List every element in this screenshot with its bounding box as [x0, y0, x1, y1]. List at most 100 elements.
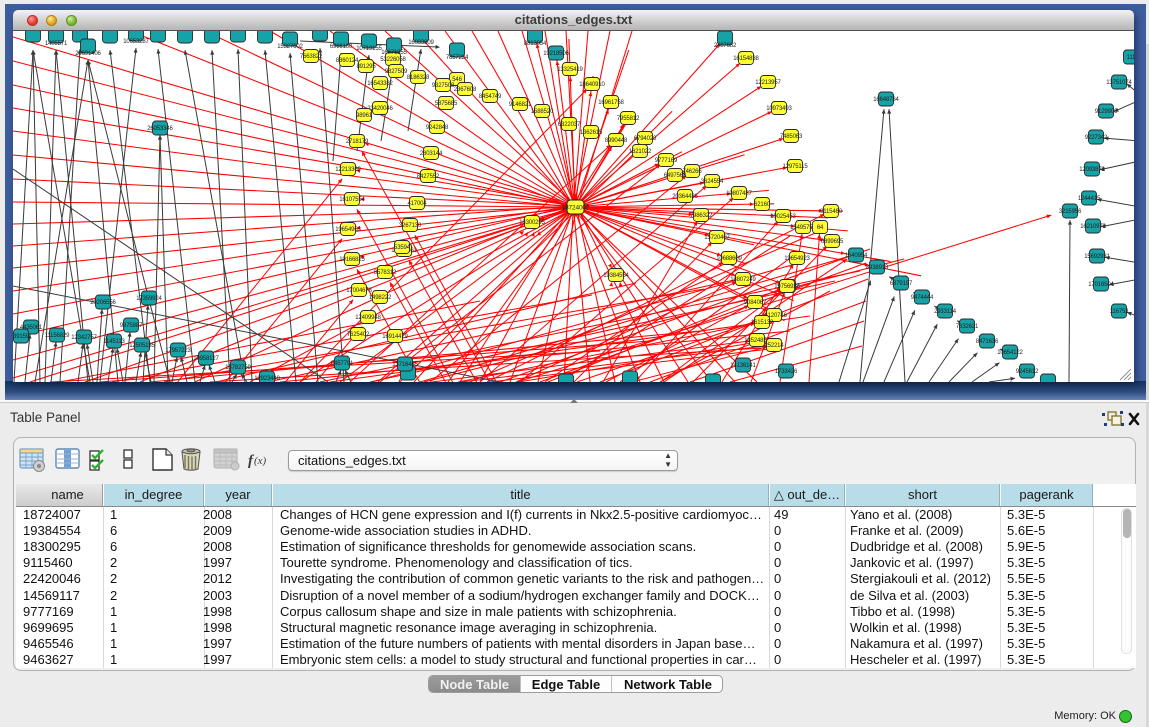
- svg-text:26053346: 26053346: [147, 126, 173, 132]
- svg-text:20206556: 20206556: [90, 300, 116, 306]
- svg-text:16033809: 16033809: [408, 40, 434, 46]
- svg-text:16107554: 16107554: [339, 197, 365, 203]
- svg-text:9245612: 9245612: [1016, 369, 1039, 375]
- svg-text:17359924: 17359924: [136, 296, 162, 302]
- svg-text:8471636: 8471636: [976, 339, 999, 345]
- svg-text:9327508: 9327508: [432, 83, 455, 89]
- svg-text:12923448: 12923448: [254, 376, 280, 382]
- svg-text:252214: 252214: [764, 343, 784, 349]
- svg-text:10807487: 10807487: [726, 191, 752, 197]
- svg-text:3267130: 3267130: [399, 223, 422, 229]
- svg-text:9227342: 9227342: [1085, 135, 1108, 141]
- svg-text:9777169: 9777169: [655, 158, 678, 164]
- svg-text:9084067: 9084067: [744, 300, 767, 306]
- svg-text:12213369: 12213369: [335, 167, 361, 173]
- svg-text:16782759: 16782759: [225, 365, 251, 371]
- svg-text:10653287: 10653287: [123, 39, 149, 45]
- svg-text:1733426: 1733426: [775, 369, 798, 375]
- svg-text:12505135: 12505135: [129, 343, 155, 349]
- svg-text:16648784: 16648784: [873, 97, 899, 103]
- svg-text:2718179: 2718179: [346, 139, 369, 145]
- svg-text:116753: 116753: [1110, 309, 1129, 315]
- svg-text:18724007: 18724007: [562, 205, 590, 212]
- svg-text:3624554: 3624554: [701, 179, 724, 185]
- svg-text:8578312: 8578312: [374, 270, 397, 276]
- svg-text:(x): (x): [254, 455, 267, 467]
- svg-text:62160: 62160: [754, 202, 771, 208]
- svg-text:15692931: 15692931: [1084, 254, 1110, 260]
- svg-text:13716485: 13716485: [392, 362, 418, 368]
- svg-text:9115460: 9115460: [820, 209, 843, 215]
- svg-text:1244415: 1244415: [1078, 196, 1101, 202]
- svg-text:10688609: 10688609: [716, 256, 742, 262]
- svg-text:12093872: 12093872: [1079, 167, 1105, 173]
- svg-text:8938913: 8938913: [866, 265, 889, 271]
- svg-text:10973493: 10973493: [766, 106, 792, 112]
- svg-text:12342757: 12342757: [71, 335, 97, 341]
- svg-text:53226058: 53226058: [380, 57, 406, 63]
- svg-text:111: 111: [1127, 55, 1134, 61]
- svg-text:12975115: 12975115: [782, 164, 808, 170]
- svg-text:9242848: 9242848: [426, 125, 449, 131]
- svg-text:1588520: 1588520: [531, 109, 554, 115]
- svg-text:10719155: 10719155: [356, 46, 382, 52]
- svg-text:39159: 39159: [13, 334, 30, 340]
- svg-text:17004678: 17004678: [346, 288, 372, 294]
- svg-text:17016504: 17016504: [1088, 282, 1114, 288]
- svg-text:8427552: 8427552: [417, 174, 440, 180]
- svg-text:16671355: 16671355: [381, 50, 407, 56]
- svg-text:17957223: 17957223: [165, 348, 191, 354]
- svg-text:7632621: 7632621: [956, 324, 979, 330]
- svg-text:13325419: 13325419: [557, 67, 583, 73]
- svg-text:18300295: 18300295: [519, 220, 545, 226]
- svg-text:7955812: 7955812: [617, 116, 640, 122]
- svg-text:7986322: 7986322: [690, 213, 713, 219]
- svg-text:2487682: 2487682: [714, 43, 737, 49]
- svg-text:9474444: 9474444: [911, 295, 934, 301]
- svg-text:9129906: 9129906: [1095, 109, 1118, 115]
- svg-text:9827509: 9827509: [385, 69, 408, 75]
- svg-text:11156829: 11156829: [45, 333, 70, 339]
- svg-text:6966160: 6966160: [330, 44, 353, 50]
- svg-text:1145113: 1145113: [103, 339, 125, 345]
- svg-text:8990448: 8990448: [605, 138, 628, 144]
- svg-text:15720407: 15720407: [704, 235, 730, 241]
- svg-text:20691406: 20691406: [75, 51, 101, 57]
- svg-text:1498222: 1498222: [369, 295, 392, 301]
- svg-text:7625402: 7625402: [347, 332, 370, 338]
- svg-text:9975887: 9975887: [120, 323, 143, 329]
- svg-text:891295: 891295: [356, 64, 376, 70]
- svg-text:64: 64: [817, 225, 824, 231]
- svg-text:1640954: 1640954: [845, 253, 868, 259]
- svg-text:16961758: 16961758: [598, 100, 624, 106]
- svg-text:417004: 417004: [407, 201, 427, 207]
- svg-text:2933114: 2933114: [934, 309, 957, 315]
- svg-text:16543382: 16543382: [367, 81, 393, 87]
- svg-text:18807249: 18807249: [730, 277, 756, 283]
- svg-text:12213957: 12213957: [755, 80, 781, 86]
- svg-text:8186328: 8186328: [407, 75, 430, 81]
- svg-text:6879197: 6879197: [890, 281, 913, 287]
- svg-text:8454749: 8454749: [479, 94, 502, 100]
- svg-text:2803144: 2803144: [420, 151, 443, 157]
- svg-text:5875685: 5875685: [435, 101, 458, 107]
- svg-text:9457791: 9457791: [331, 361, 354, 367]
- svg-text:19218506: 19218506: [543, 51, 569, 57]
- svg-text:18640910: 18640910: [579, 82, 605, 88]
- svg-text:13751074: 13751074: [1106, 80, 1132, 86]
- svg-text:1405571: 1405571: [45, 41, 68, 47]
- svg-text:10654122: 10654122: [997, 350, 1023, 356]
- svg-text:19384554: 19384554: [603, 273, 629, 279]
- svg-text:6794028: 6794028: [634, 136, 657, 142]
- svg-text:15327602: 15327602: [277, 44, 303, 50]
- svg-text:14136141: 14136141: [730, 363, 756, 369]
- svg-text:19654923: 19654923: [784, 256, 810, 262]
- svg-text:6322037: 6322037: [558, 122, 581, 128]
- svg-text:6497568: 6497568: [664, 173, 687, 179]
- svg-text:1362615: 1362615: [580, 130, 603, 136]
- svg-text:19654963: 19654963: [335, 227, 361, 233]
- svg-text:3215956: 3215956: [1059, 209, 1082, 215]
- svg-text:16914479: 16914479: [382, 334, 408, 340]
- svg-text:1621022: 1621022: [629, 149, 652, 155]
- svg-text:2367608: 2367608: [454, 87, 477, 93]
